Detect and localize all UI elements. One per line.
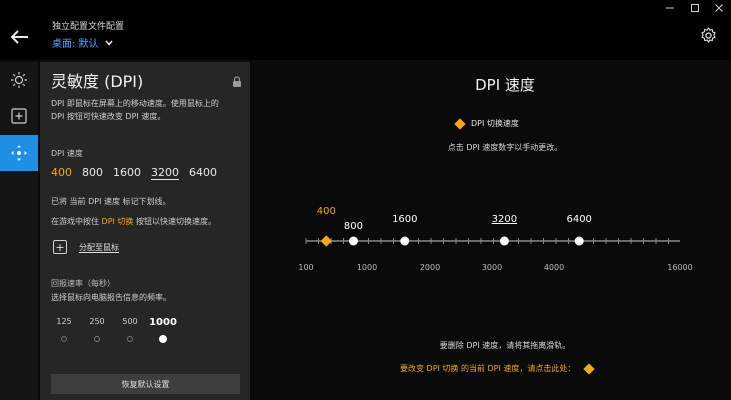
assign-to-mouse-label: 分配至鼠标	[79, 242, 119, 252]
radio-dot-selected	[159, 335, 167, 343]
dpi-speed-800[interactable]: 800	[82, 166, 103, 179]
profile-name: 桌面: 默认	[52, 39, 99, 50]
rail-lighting-button[interactable]	[0, 62, 38, 98]
dpi-shift-legend: DPI 切换速度	[454, 117, 519, 130]
plus-icon: +	[53, 240, 67, 254]
dpi-shift-set-hint[interactable]: 要改变 DPI 切换 的当前 DPI 速度，请点击此处：	[400, 362, 596, 375]
chevron-down-icon	[104, 39, 113, 46]
dpi-marker-800[interactable]	[348, 236, 358, 246]
rail-sensitivity-button[interactable]	[0, 135, 38, 171]
back-arrow-icon[interactable]	[8, 26, 30, 48]
axis-tick-label: 2000	[420, 263, 440, 272]
dpi-slider-track[interactable]: 400 800 1600 3200 6400 100 1000 2000 3000 4000 16…	[290, 200, 710, 280]
delete-hint: 要删除 DPI 速度，请将其拖离滑轨。	[439, 341, 571, 350]
dpi-speed-1600[interactable]: 1600	[113, 166, 141, 179]
move-crosshair-icon	[11, 145, 27, 161]
report-rate-label: 回报速率（每秒）	[51, 279, 115, 288]
axis-tick-label: 4000	[544, 263, 564, 272]
diamond-icon[interactable]	[583, 362, 596, 375]
restore-defaults-button[interactable]: 恢复默认设置	[51, 374, 240, 394]
axis-tick-label: 100	[298, 263, 313, 272]
dpi-speed-3200[interactable]: 3200	[151, 166, 179, 179]
radio-dot	[127, 336, 133, 342]
main-title: DPI 速度	[475, 76, 535, 94]
radio-dot	[94, 336, 100, 342]
edit-hint: 点击 DPI 速度数字以手动更改。	[447, 143, 563, 152]
close-icon	[715, 4, 723, 12]
panel-description: DPI 即鼠标在屏幕上的移动速度。使用鼠标上的 DPI 按钮可快速改变 DPI …	[51, 99, 219, 121]
dpi-marker-400[interactable]	[320, 235, 332, 247]
plus-box-icon	[11, 108, 27, 124]
dpi-value-label-800[interactable]: 800	[344, 221, 363, 232]
assign-to-mouse-button[interactable]: + 分配至鼠标	[53, 240, 119, 254]
dpi-speed-400[interactable]: 400	[51, 166, 72, 179]
sun-icon	[11, 72, 27, 88]
dpi-marker-6400[interactable]	[574, 236, 584, 246]
left-rail	[0, 62, 38, 400]
dpi-value-label-3200[interactable]: 3200	[492, 214, 517, 225]
maximize-icon	[691, 4, 699, 12]
dpi-value-label-400[interactable]: 400	[317, 206, 336, 217]
minimize-icon	[666, 7, 674, 9]
window-title: 独立配置文件配置	[52, 22, 125, 32]
axis-tick-label: 16000	[667, 263, 692, 272]
top-bar: 独立配置文件配置 桌面: 默认	[0, 0, 731, 60]
panel-title: 灵敏度 (DPI)	[51, 72, 144, 91]
profile-selector[interactable]: 桌面: 默认	[52, 35, 114, 50]
report-rate-description: 选择鼠标向电脑报告信息的频率。	[51, 293, 171, 302]
axis-tick-label: 1000	[357, 263, 377, 272]
rail-assignments-button[interactable]	[0, 98, 38, 134]
close-button[interactable]	[707, 0, 731, 16]
diamond-icon	[454, 117, 466, 130]
lock-icon[interactable]	[232, 76, 242, 88]
dpi-speed-6400[interactable]: 6400	[189, 166, 217, 179]
dpi-marker-1600[interactable]	[400, 236, 410, 246]
axis-tick-label: 3000	[482, 263, 502, 272]
dpi-value-label-6400[interactable]: 6400	[566, 214, 591, 225]
gear-icon[interactable]	[699, 26, 718, 45]
dpi-settings-panel: 灵敏度 (DPI) DPI 即鼠标在屏幕上的移动速度。使用鼠标上的 DPI 按钮…	[40, 62, 250, 400]
report-rate-1000[interactable]: 1000	[143, 317, 183, 343]
dpi-marker-3200[interactable]	[499, 236, 509, 246]
dpi-speeds-label: DPI 速度	[51, 149, 83, 158]
dpi-shift-note: 在游戏中按住 DPI 切换 按钮以快速切换速度。	[51, 217, 216, 226]
legend-label: DPI 切换速度	[471, 119, 519, 128]
maximize-button[interactable]	[683, 0, 707, 16]
radio-dot	[61, 336, 67, 342]
dpi-value-label-1600[interactable]: 1600	[392, 214, 417, 225]
dpi-speed-list: 400 800 1600 3200 6400	[51, 166, 217, 179]
minimize-button[interactable]	[658, 0, 682, 16]
default-speed-note: 已将 当前 DPI 速度 标记下划线。	[51, 197, 171, 206]
